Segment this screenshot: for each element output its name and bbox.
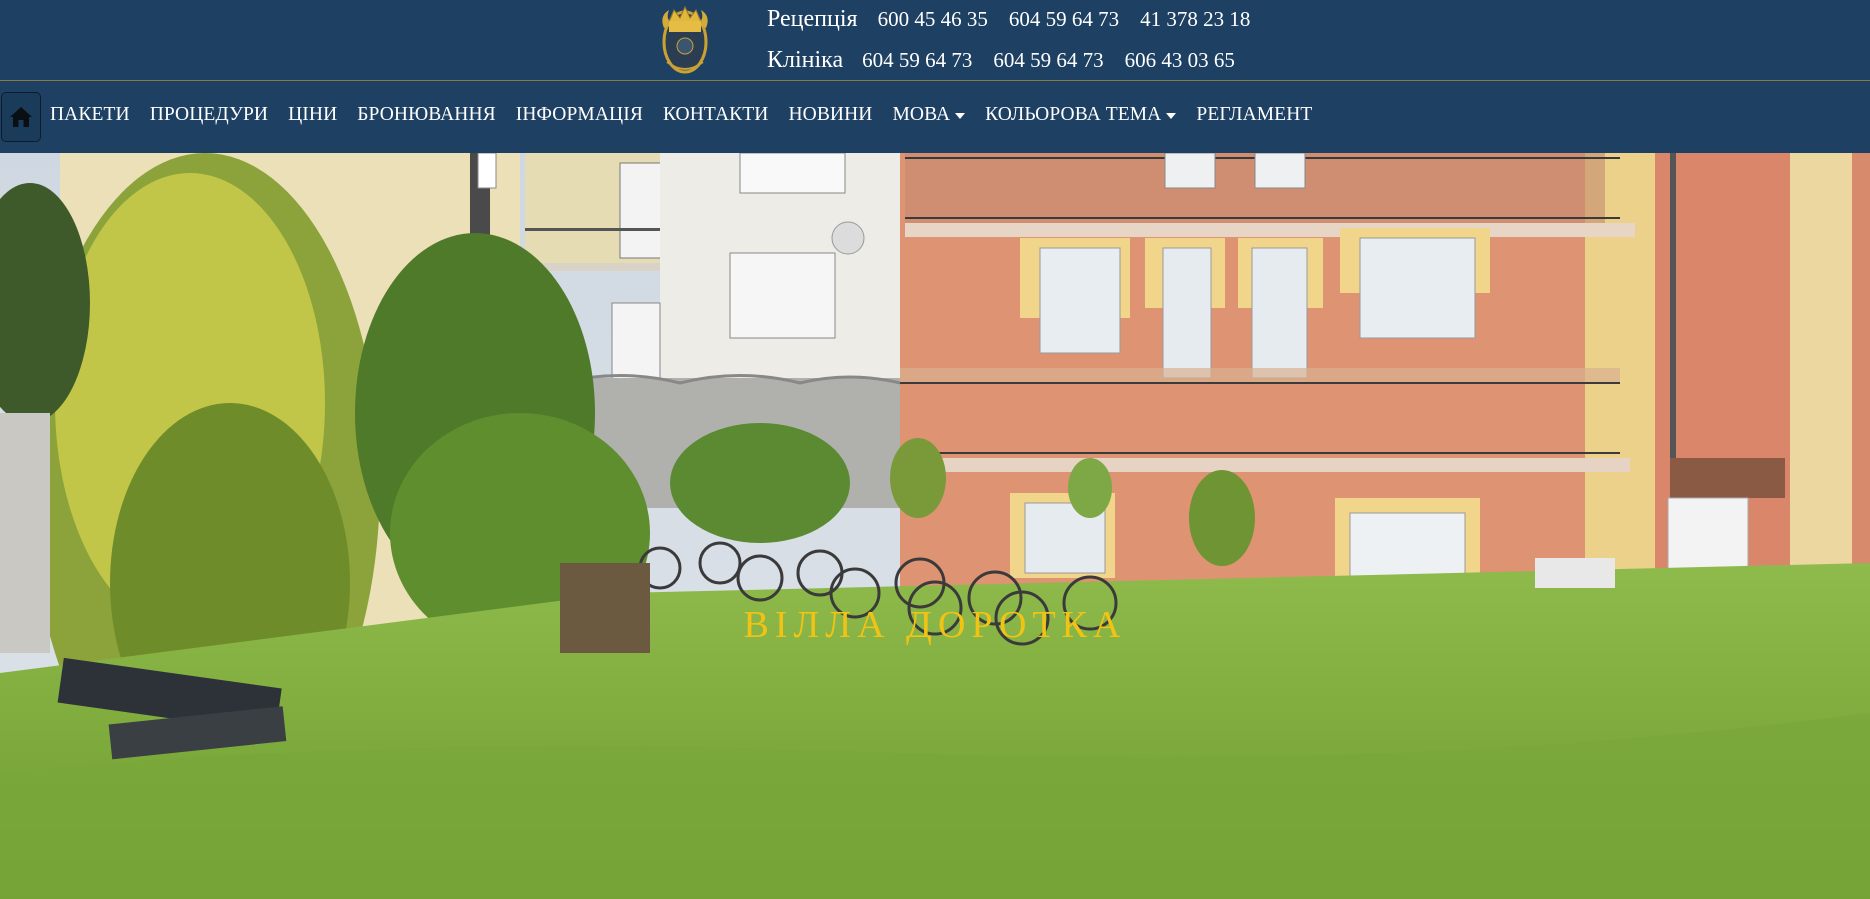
chevron-down-icon — [955, 113, 966, 119]
main-navbar: ПАКЕТИ ПРОЦЕДУРИ ЦІНИ БРОНЮВАННЯ ІНФОРМА… — [0, 82, 1870, 153]
villa-logo[interactable] — [655, 2, 715, 76]
clinic-phone-2[interactable]: 604 59 64 73 — [993, 48, 1103, 73]
nav-packages[interactable]: ПАКЕТИ — [50, 104, 130, 126]
clinic-phone-3[interactable]: 606 43 03 65 — [1125, 48, 1235, 73]
villa-photo — [0, 153, 1870, 899]
home-icon — [10, 107, 32, 127]
nav-language-dropdown[interactable]: МОВА — [892, 104, 966, 126]
home-button[interactable] — [1, 92, 41, 142]
nav-procedures[interactable]: ПРОЦЕДУРИ — [150, 104, 268, 126]
nav-news[interactable]: НОВИНИ — [788, 104, 872, 126]
clinic-contacts: Клініка 604 59 64 73 604 59 64 73 606 43… — [767, 47, 1256, 77]
nav-booking[interactable]: БРОНЮВАННЯ — [357, 104, 496, 126]
reception-label: Рецепція — [767, 6, 858, 32]
nav-color-theme-label: КОЛЬОРОВА ТЕМА — [985, 104, 1162, 125]
reception-phone-2[interactable]: 604 59 64 73 — [1009, 7, 1119, 32]
nav-language-label: МОВА — [892, 104, 951, 125]
top-contact-bar: Рецепція 600 45 46 35 604 59 64 73 41 37… — [0, 0, 1870, 81]
chevron-down-icon — [1166, 113, 1177, 119]
reception-phone-1[interactable]: 600 45 46 35 — [878, 7, 988, 32]
nav-information[interactable]: ІНФОРМАЦІЯ — [516, 104, 643, 126]
hero-title: ВІЛЛА ДОРОТКА — [743, 604, 1127, 646]
clinic-label: Клініка — [767, 47, 844, 73]
nav-contacts[interactable]: КОНТАКТИ — [663, 104, 769, 126]
hero-banner: ВІЛЛА ДОРОТКА — [0, 153, 1870, 899]
nav-prices[interactable]: ЦІНИ — [288, 104, 337, 126]
clinic-phone-1[interactable]: 604 59 64 73 — [862, 48, 972, 73]
reception-contacts: Рецепція 600 45 46 35 604 59 64 73 41 37… — [767, 6, 1271, 36]
nav-menu: ПАКЕТИ ПРОЦЕДУРИ ЦІНИ БРОНЮВАННЯ ІНФОРМА… — [50, 104, 1332, 126]
reception-phone-3[interactable]: 41 378 23 18 — [1140, 7, 1250, 32]
nav-regulations[interactable]: РЕГЛАМЕНТ — [1196, 104, 1312, 126]
nav-color-theme-dropdown[interactable]: КОЛЬОРОВА ТЕМА — [985, 104, 1177, 126]
